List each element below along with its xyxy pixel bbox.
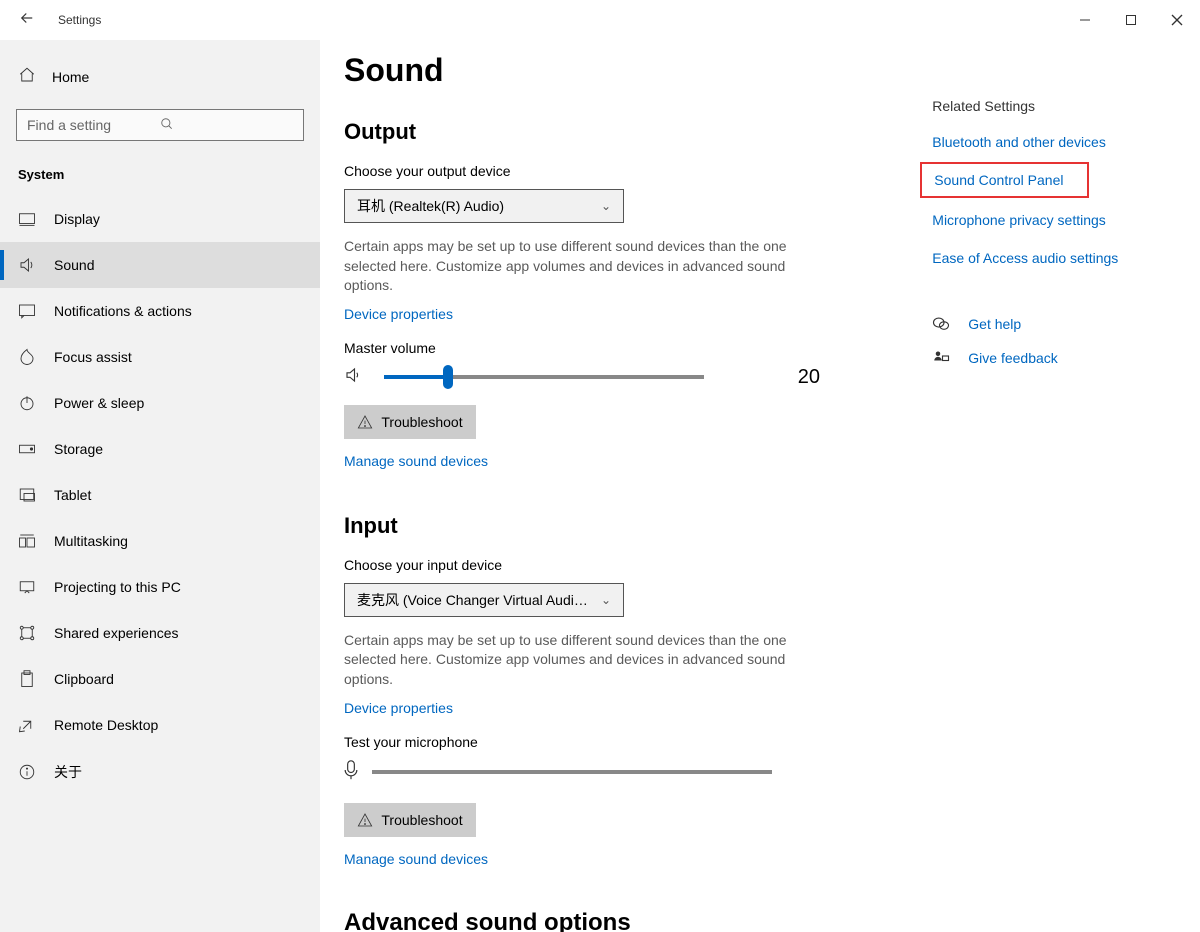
speaker-icon (344, 366, 362, 389)
related-sound-control-panel-link[interactable]: Sound Control Panel (934, 172, 1063, 188)
search-input[interactable]: Find a setting (16, 109, 304, 141)
tablet-icon (18, 486, 36, 504)
sidebar-item-label: Clipboard (54, 671, 114, 687)
output-device-dropdown[interactable]: 耳机 (Realtek(R) Audio) ⌄ (344, 189, 624, 223)
sound-icon (18, 256, 36, 274)
maximize-button[interactable] (1108, 4, 1154, 36)
remote-icon (18, 716, 36, 734)
sidebar-item-shared[interactable]: Shared experiences (0, 610, 320, 656)
output-device-value: 耳机 (Realtek(R) Audio) (357, 196, 504, 216)
sidebar-item-label: Projecting to this PC (54, 579, 181, 595)
output-choose-label: Choose your output device (344, 163, 932, 179)
home-icon (18, 66, 36, 87)
sidebar: Home Find a setting System Display Sound… (0, 40, 320, 932)
power-icon (18, 394, 36, 412)
sidebar-item-clipboard[interactable]: Clipboard (0, 656, 320, 702)
minimize-button[interactable] (1062, 4, 1108, 36)
sidebar-item-sound[interactable]: Sound (0, 242, 320, 288)
get-help-link[interactable]: Get help (932, 316, 1160, 332)
sidebar-item-label: Multitasking (54, 533, 128, 549)
input-manage-link[interactable]: Manage sound devices (344, 851, 488, 867)
sidebar-item-tablet[interactable]: Tablet (0, 472, 320, 518)
search-placeholder: Find a setting (27, 117, 160, 133)
volume-value: 20 (760, 366, 820, 389)
give-feedback-link[interactable]: Give feedback (932, 350, 1160, 366)
clipboard-icon (18, 670, 36, 688)
sidebar-item-label: Tablet (54, 487, 91, 503)
sidebar-item-label: Display (54, 211, 100, 227)
notifications-icon (18, 302, 36, 320)
projecting-icon (18, 578, 36, 596)
feedback-icon (932, 350, 950, 366)
help-label: Get help (968, 316, 1021, 332)
output-heading: Output (344, 119, 932, 145)
related-settings: Related Settings Bluetooth and other dev… (932, 98, 1160, 932)
sidebar-item-label: Notifications & actions (54, 303, 192, 319)
troubleshoot-label: Troubleshoot (381, 414, 462, 430)
mic-level-bar (372, 770, 772, 774)
window-controls (1062, 4, 1200, 36)
shared-icon (18, 624, 36, 642)
sidebar-item-label: Remote Desktop (54, 717, 158, 733)
master-volume-label: Master volume (344, 340, 932, 356)
output-troubleshoot-button[interactable]: Troubleshoot (344, 405, 476, 439)
related-heading: Related Settings (932, 98, 1160, 114)
output-hint: Certain apps may be set up to use differ… (344, 237, 794, 296)
search-icon (160, 117, 293, 134)
about-icon (18, 763, 36, 781)
sidebar-item-label: Power & sleep (54, 395, 144, 411)
sidebar-item-display[interactable]: Display (0, 196, 320, 242)
sidebar-item-label: Storage (54, 441, 103, 457)
sidebar-item-multitasking[interactable]: Multitasking (0, 518, 320, 564)
main-content: Sound Output Choose your output device 耳… (320, 40, 1200, 932)
home-label: Home (52, 69, 89, 85)
input-device-value: 麦克风 (Voice Changer Virtual Audio... (357, 590, 593, 610)
app-title: Settings (58, 13, 101, 27)
sidebar-item-label: Sound (54, 257, 94, 273)
title-bar: Settings (0, 0, 1200, 40)
input-troubleshoot-button[interactable]: Troubleshoot (344, 803, 476, 837)
troubleshoot-label: Troubleshoot (381, 812, 462, 828)
chevron-down-icon: ⌄ (601, 593, 611, 607)
input-device-dropdown[interactable]: 麦克风 (Voice Changer Virtual Audio... ⌄ (344, 583, 624, 617)
sidebar-item-about[interactable]: 关于 (0, 748, 320, 796)
sidebar-item-notifications[interactable]: Notifications & actions (0, 288, 320, 334)
related-ease-link[interactable]: Ease of Access audio settings (932, 250, 1160, 266)
storage-icon (18, 440, 36, 458)
input-heading: Input (344, 513, 932, 539)
feedback-label: Give feedback (968, 350, 1058, 366)
volume-slider[interactable] (384, 375, 704, 379)
home-button[interactable]: Home (0, 54, 320, 99)
related-mic-privacy-link[interactable]: Microphone privacy settings (932, 212, 1160, 228)
category-header: System (0, 161, 320, 196)
highlighted-link: Sound Control Panel (920, 162, 1089, 198)
sidebar-item-storage[interactable]: Storage (0, 426, 320, 472)
back-button[interactable] (14, 5, 40, 36)
focus-icon (18, 348, 36, 366)
page-title: Sound (344, 52, 932, 89)
sidebar-item-power[interactable]: Power & sleep (0, 380, 320, 426)
sidebar-item-remote[interactable]: Remote Desktop (0, 702, 320, 748)
output-manage-link[interactable]: Manage sound devices (344, 453, 488, 469)
sidebar-item-label: Shared experiences (54, 625, 179, 641)
sidebar-item-label: Focus assist (54, 349, 132, 365)
chevron-down-icon: ⌄ (601, 199, 611, 213)
multitasking-icon (18, 532, 36, 550)
input-hint: Certain apps may be set up to use differ… (344, 631, 794, 690)
input-device-properties-link[interactable]: Device properties (344, 700, 453, 716)
test-mic-label: Test your microphone (344, 734, 932, 750)
advanced-heading: Advanced sound options (344, 909, 932, 932)
output-device-properties-link[interactable]: Device properties (344, 306, 453, 322)
sidebar-item-projecting[interactable]: Projecting to this PC (0, 564, 320, 610)
help-icon (932, 316, 950, 332)
close-button[interactable] (1154, 4, 1200, 36)
sidebar-item-focus-assist[interactable]: Focus assist (0, 334, 320, 380)
input-choose-label: Choose your input device (344, 557, 932, 573)
microphone-icon (344, 760, 358, 785)
sidebar-item-label: 关于 (54, 762, 82, 782)
related-bluetooth-link[interactable]: Bluetooth and other devices (932, 134, 1160, 150)
display-icon (18, 210, 36, 228)
